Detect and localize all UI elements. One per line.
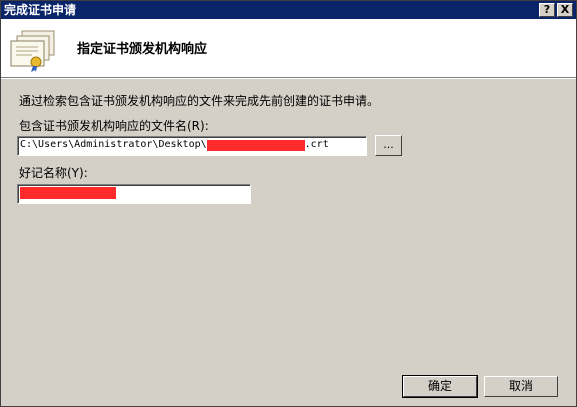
cancel-button[interactable]: 取消 bbox=[484, 376, 558, 397]
redacted-region bbox=[20, 187, 116, 199]
friendly-name-label: 好记名称(Y): bbox=[19, 166, 88, 180]
ok-button[interactable]: 确定 bbox=[402, 375, 478, 398]
close-button[interactable]: X bbox=[557, 3, 573, 17]
file-name-label: 包含证书颁发机构响应的文件名(R): bbox=[19, 119, 209, 133]
certificate-icon bbox=[10, 30, 55, 72]
browse-button[interactable]: ... bbox=[375, 135, 402, 156]
file-name-input[interactable]: C:\Users\Administrator\Desktop\ .crt bbox=[17, 136, 367, 156]
dialog-window: 完成证书申请 ? X 指定证书颁发机构响应 通过检索包含证书颁发机构响应的文件来… bbox=[0, 0, 577, 407]
header-title: 指定证书颁发机构响应 bbox=[77, 42, 208, 57]
redacted-region bbox=[206, 140, 305, 151]
file-path-prefix: C:\Users\Administrator\Desktop\ bbox=[20, 139, 207, 150]
wizard-header: 指定证书颁发机构响应 bbox=[1, 19, 576, 79]
window-title: 完成证书申请 bbox=[4, 3, 77, 17]
title-bar: 完成证书申请 ? X bbox=[1, 1, 576, 19]
friendly-name-input[interactable] bbox=[17, 184, 251, 204]
description-text: 通过检索包含证书颁发机构响应的文件来完成先前创建的证书申请。 bbox=[19, 94, 380, 108]
file-extension: .crt bbox=[304, 139, 329, 150]
help-button[interactable]: ? bbox=[539, 3, 555, 17]
